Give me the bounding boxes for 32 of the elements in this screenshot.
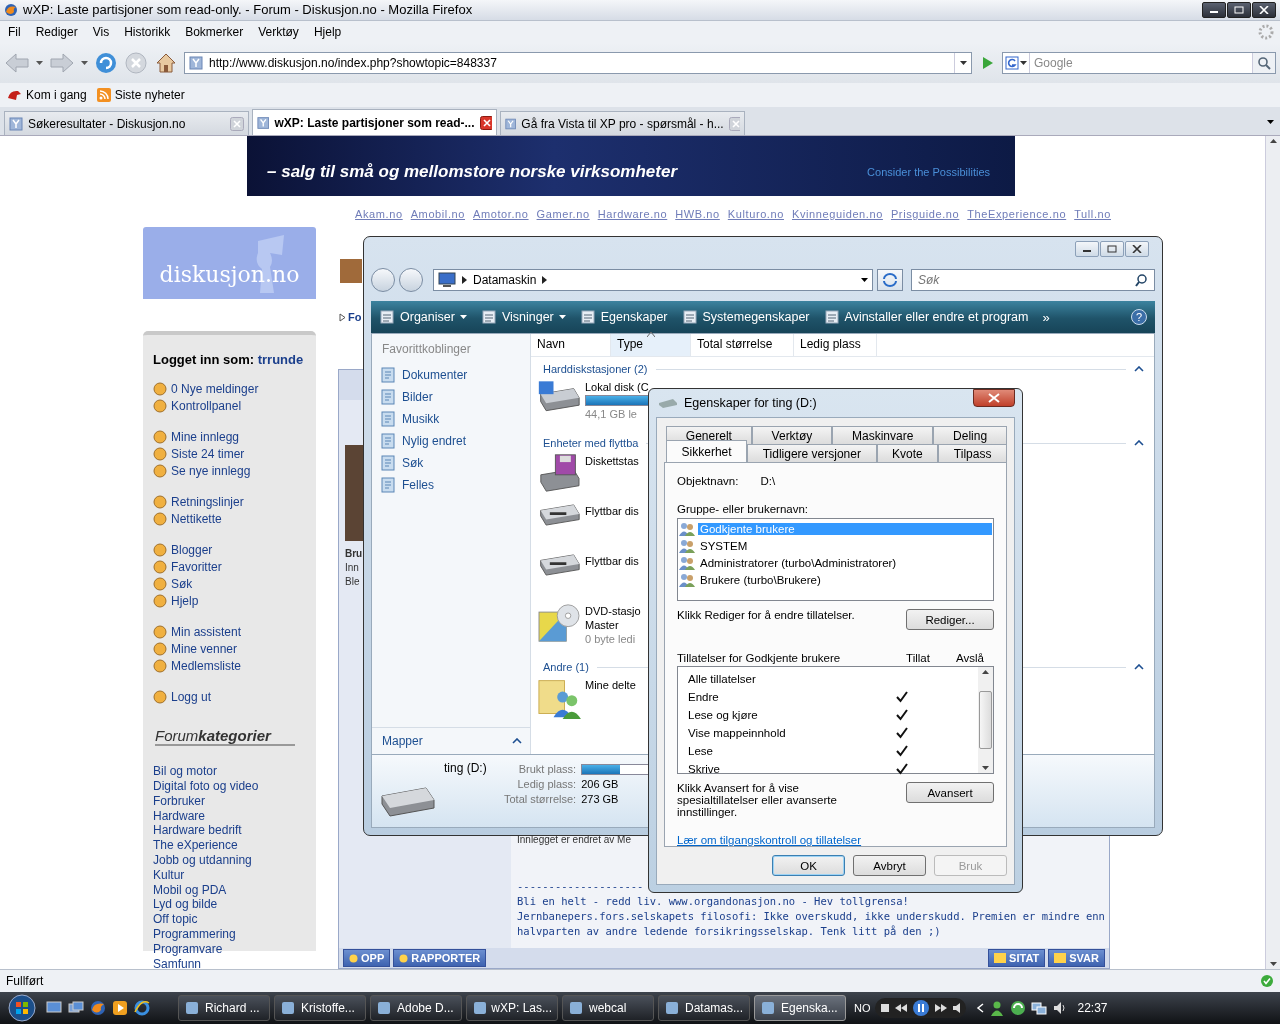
- hint-text: Klikk Avansert for å vise spesialtillatelser eller avanserte innstillinger.: [677, 782, 838, 818]
- author-info-text: Inn: [345, 561, 360, 576]
- permission-name: Endre: [688, 691, 720, 703]
- categories-heading: Forumkategorier: [155, 727, 295, 747]
- signature-text: Jernbanepers.fors.selskapets filosofi: Ikke overskudd, ikke underskudd. Premien er mindre enn halvparten av andre ledende forsikringsselskap. Tenk litt på den ;): [517, 909, 1106, 940]
- separator-text: --------------------: [517, 879, 645, 895]
- pane-heading: Favorittkoblinger: [382, 342, 472, 356]
- field-label: Objektnavn:: [677, 475, 739, 487]
- permission-name: Lese og kjøre: [688, 709, 759, 721]
- logged-in-text: Logget inn som: trrunde: [153, 352, 305, 368]
- drive-name: ting (D:): [444, 761, 488, 775]
- dialog-title: Egenskaper for ting (D:): [684, 396, 817, 410]
- signature-text: Bli en helt - redd liv. www.organdonasjon.no - Hev tollgrensa!: [517, 894, 910, 910]
- author-info-text: Bru: [345, 547, 364, 562]
- permission-name: Vise mappeinnhold: [688, 727, 787, 739]
- author-info-text: Ble: [345, 575, 361, 590]
- window-title: wXP: Laste partisjoner som read-only. - Forum - Diskusjon.no - Mozilla Firefox: [23, 2, 474, 18]
- hint-text: Klikk Rediger for å endre tillatelser.: [677, 609, 855, 621]
- permission-name: Alle tillatelser: [688, 673, 757, 685]
- column-header: Avslå: [955, 652, 985, 664]
- property-label: Total størrelse:: [504, 793, 577, 805]
- property-value: 206 GB: [581, 778, 619, 790]
- permission-name: Lese: [688, 745, 714, 757]
- column-header: Tillatelser for Godkjente brukere: [677, 652, 842, 664]
- column-header: Tillat: [905, 652, 931, 664]
- field-label: Gruppe- eller brukernavn:: [677, 503, 810, 515]
- property-label: Ledig plass:: [516, 778, 577, 790]
- field-value: D:\: [760, 475, 776, 487]
- status-text: Fullført: [6, 974, 45, 989]
- property-value: 273 GB: [581, 793, 619, 805]
- property-label: Brukt plass:: [517, 763, 577, 775]
- permission-name: Skrive: [688, 763, 721, 775]
